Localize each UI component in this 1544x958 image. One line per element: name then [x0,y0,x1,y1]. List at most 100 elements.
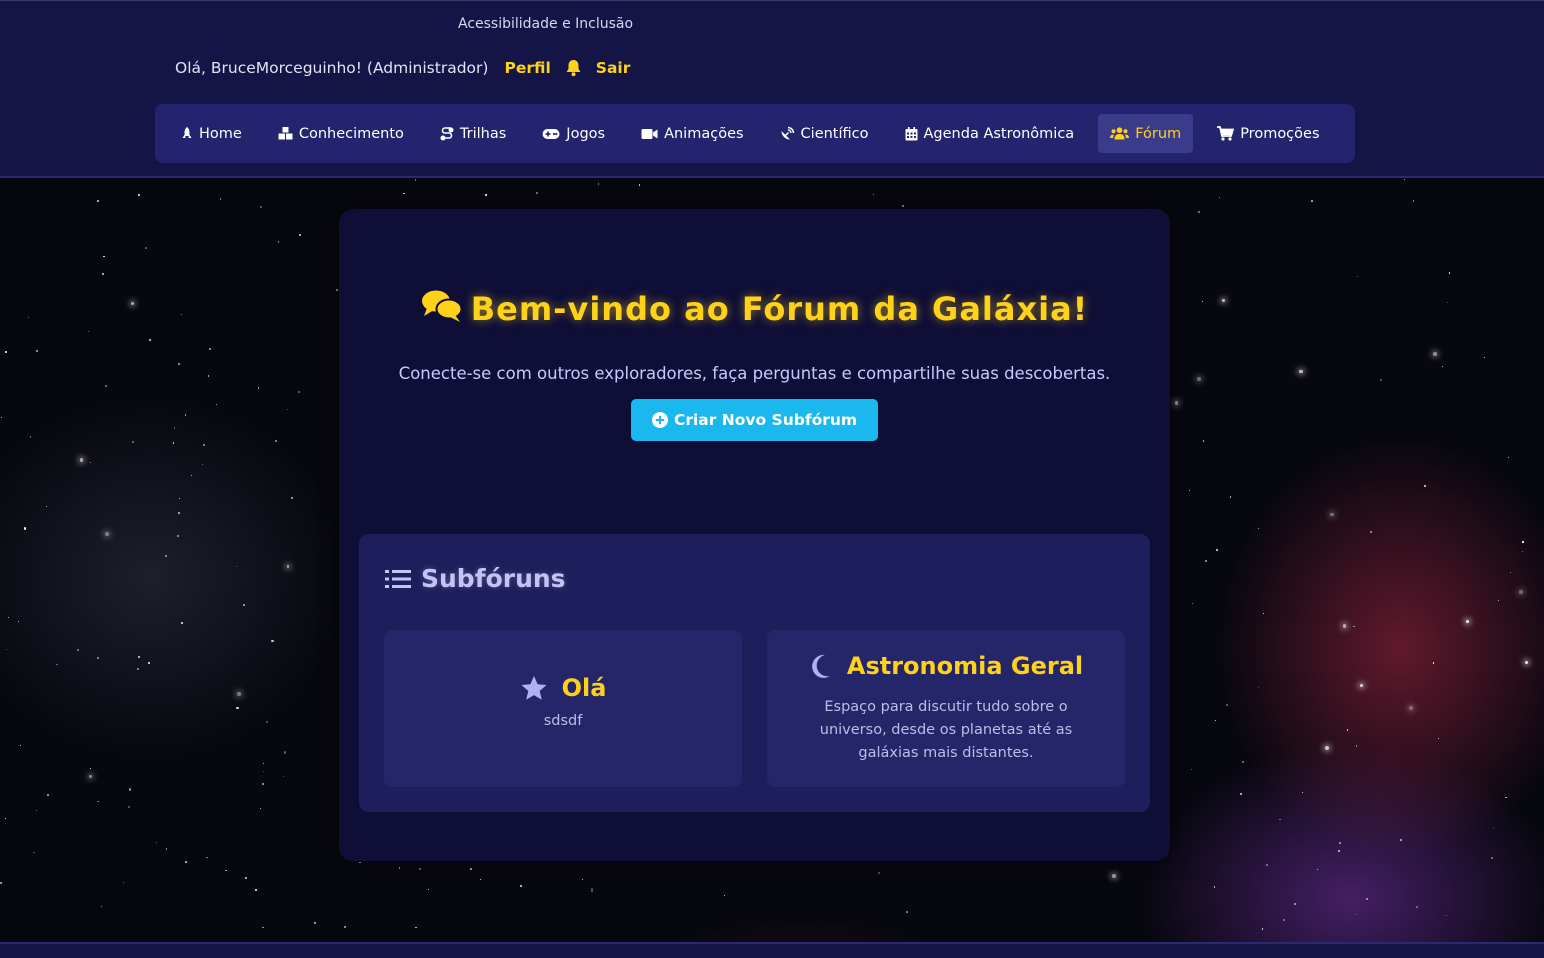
star [520,885,523,887]
nav-item-home[interactable]: Home [169,114,254,153]
star [905,911,908,914]
star [1191,602,1193,604]
star [1174,401,1178,405]
star [219,198,222,200]
star [872,193,875,196]
subforum-card-header: Astronomia Geral [767,652,1125,680]
nav-item-conhecimento[interactable]: Conhecimento [266,114,416,153]
nav-item-cientifico[interactable]: Científico [768,114,881,153]
user-greeting: Olá, BruceMorceguinho! (Administrador) [175,59,489,77]
nav-item-animacoes[interactable]: Animações [629,114,755,153]
star [245,877,247,879]
nav-item-forum[interactable]: Fórum [1098,114,1194,153]
subforum-card[interactable]: Astronomia Geral Espaço para discutir tu… [767,630,1125,787]
star [1490,857,1493,859]
star [201,463,204,466]
subforums-heading: Subfóruns [385,564,566,593]
star [1294,902,1296,905]
star [1229,496,1232,498]
star [1432,662,1434,664]
create-subforum-label: Criar Novo Subfórum [673,411,858,429]
star [137,655,140,658]
logout-link[interactable]: Sair [596,59,631,77]
star [165,848,168,850]
star [203,444,205,447]
bell-icon[interactable] [565,59,582,77]
star [105,531,110,536]
gamepad-icon [542,128,560,140]
nav-item-jogos[interactable]: Jogos [530,114,617,153]
star [1369,531,1372,534]
star [902,205,905,208]
star [103,255,105,258]
nav-item-promocoes[interactable]: Promoções [1205,114,1331,153]
star [1338,849,1341,852]
star [1261,928,1264,930]
star [1215,548,1218,551]
star [17,620,20,623]
star [96,657,99,659]
star [1219,196,1221,198]
star [1359,683,1363,687]
star [89,462,91,464]
star [398,867,401,869]
star [1112,874,1116,878]
star [1492,827,1495,829]
create-subforum-button[interactable]: Criar Novo Subfórum [631,399,878,441]
star [257,387,259,389]
star [148,339,151,342]
star [284,751,287,754]
star [1498,599,1500,601]
star [428,889,430,891]
route-icon [440,126,454,141]
star [155,842,158,844]
star [358,861,361,864]
star [1448,272,1451,274]
star [172,442,175,444]
star [282,776,284,778]
star [1356,276,1358,278]
star [1416,905,1419,908]
star [414,179,417,182]
nav-item-label: Conhecimento [298,125,404,142]
star [1466,619,1470,623]
star [1365,898,1368,901]
star [479,879,482,881]
star [190,474,193,477]
users-icon [1110,127,1130,140]
star [89,775,92,778]
star [1505,796,1507,799]
star [138,193,141,196]
star [5,350,7,353]
star [1380,378,1383,381]
subforum-card[interactable]: Olá sdsdf [384,630,742,787]
star [291,496,294,499]
star [179,497,181,499]
star [262,770,264,772]
star [1354,914,1356,916]
star [79,458,84,463]
subforums-section: Subfóruns Olá sdsdf Astronomia Geral Esp… [359,534,1150,812]
list-icon [385,569,411,589]
nav-item-label: Trilhas [459,125,507,142]
plus-circle-icon [651,412,668,428]
nav-item-agenda[interactable]: Agenda Astronômica [893,114,1087,153]
nav-item-trilhas[interactable]: Trilhas [428,114,518,153]
star [1325,746,1330,751]
star [207,375,210,377]
star [286,409,289,411]
accessibility-link[interactable]: Acessibilidade e Inclusão [458,16,633,32]
star [298,390,301,393]
star [1346,729,1348,731]
star [137,667,139,670]
star [147,662,150,665]
profile-link[interactable]: Perfil [504,59,550,77]
star [1282,918,1286,921]
star [237,692,241,696]
star [0,881,3,884]
page-title-text: Bem-vindo ao Fórum da Galáxia! [470,290,1089,328]
star [335,289,338,292]
star [0,417,2,419]
star [1262,612,1265,615]
star [144,246,147,249]
